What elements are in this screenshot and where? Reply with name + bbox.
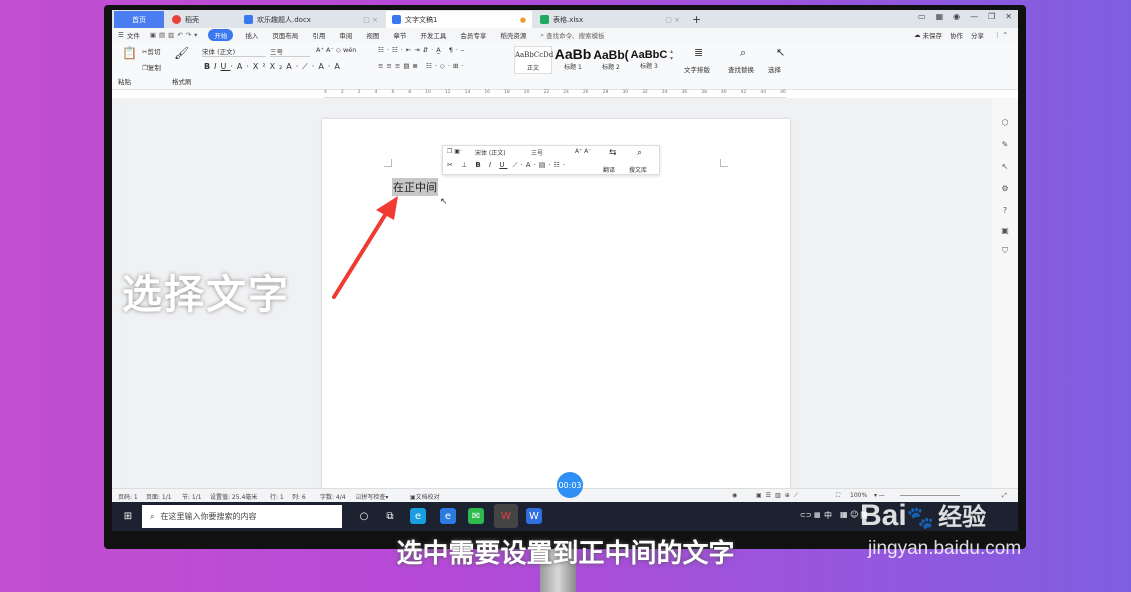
recording-timer: 00:03 xyxy=(557,472,583,498)
baidu-logo: Bai xyxy=(860,499,907,532)
tutorial-caption: 选择文字 xyxy=(122,272,290,318)
watermark-url: jingyan.baidu.com xyxy=(868,538,1022,559)
subtitle-text: 选中需要设置到正中间的文字 xyxy=(396,539,735,569)
baidu-watermark: Bai🐾 经验 jingyan.baidu.com xyxy=(860,497,1021,559)
paw-icon: 🐾 xyxy=(906,506,935,531)
jingyan-logo: 经验 xyxy=(938,503,987,531)
